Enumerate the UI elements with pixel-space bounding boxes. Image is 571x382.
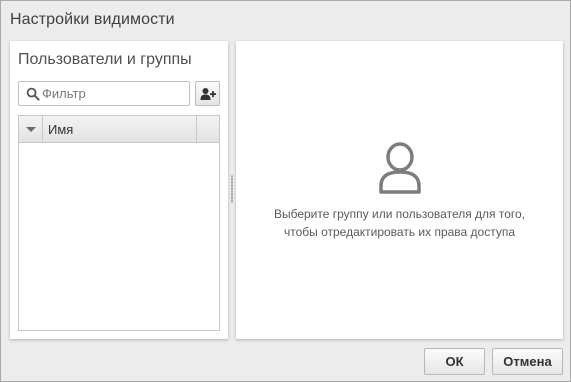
chevron-down-icon — [26, 127, 36, 132]
ok-button[interactable]: ОК — [424, 348, 485, 375]
users-groups-heading: Пользователи и группы — [18, 51, 192, 68]
add-user-button[interactable] — [195, 81, 220, 106]
splitter-grip-icon — [231, 175, 233, 203]
column-header-name[interactable]: Имя — [48, 122, 73, 137]
empty-selection-message: Выберите группу или пользователя для тог… — [236, 205, 563, 241]
user-icon — [379, 142, 421, 194]
search-icon — [26, 87, 40, 101]
column-header-filler — [196, 116, 219, 142]
users-groups-panel: Пользователи и группы Имя — [10, 41, 228, 339]
cancel-button[interactable]: Отмена — [492, 348, 563, 375]
add-user-icon — [200, 87, 216, 100]
filter-box[interactable] — [18, 81, 190, 106]
permissions-panel: Выберите группу или пользователя для тог… — [236, 41, 563, 339]
message-line-2: чтобы отредактировать их права доступа — [283, 225, 516, 239]
users-grid: Имя — [18, 115, 220, 331]
filter-input[interactable] — [42, 84, 186, 103]
grid-header: Имя — [19, 116, 219, 143]
visibility-settings-dialog: Настройки видимости Пользователи и групп… — [0, 0, 571, 382]
dialog-title: Настройки видимости — [10, 11, 175, 28]
panel-splitter[interactable] — [229, 171, 235, 207]
column-menu-button[interactable] — [19, 116, 43, 142]
message-line-1: Выберите группу или пользователя для тог… — [273, 207, 526, 221]
